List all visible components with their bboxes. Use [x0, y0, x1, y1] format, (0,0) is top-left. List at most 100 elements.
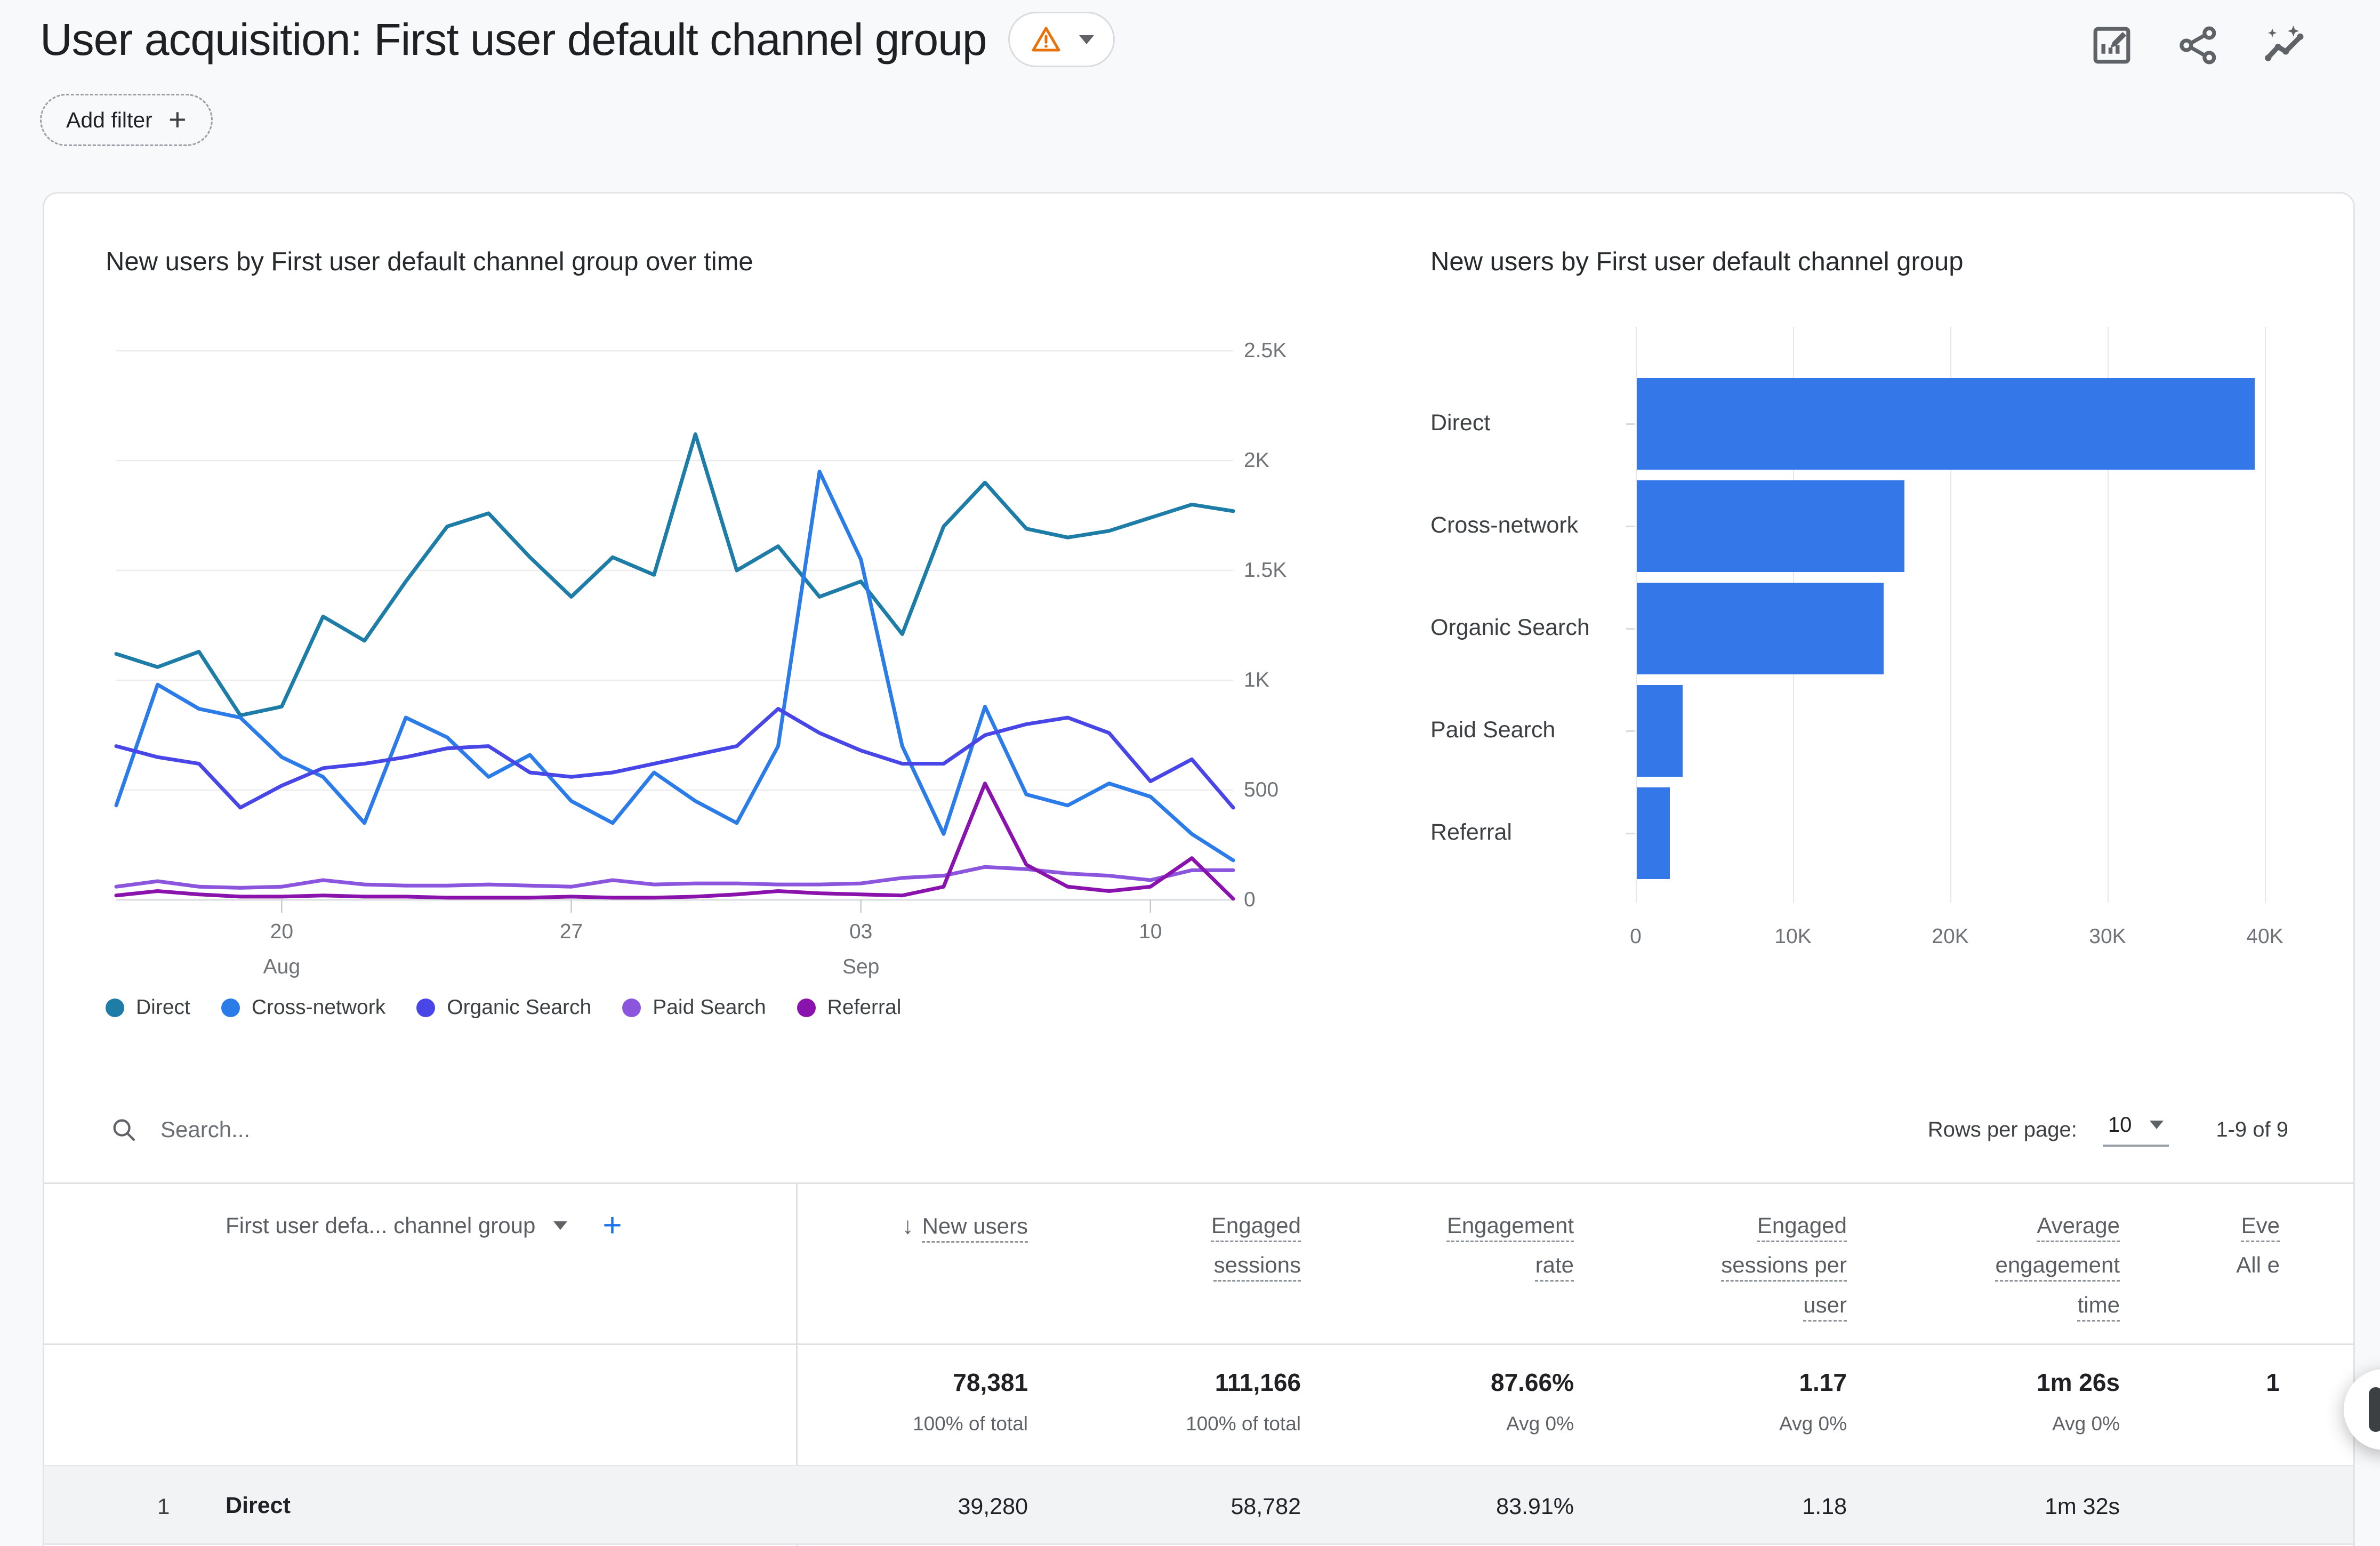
bar-paid-search[interactable] — [1637, 685, 1683, 777]
table-totals-row: 78,381 100% of total 111,166 100% of total 8… — [44, 1347, 2353, 1465]
header-text: rate — [1535, 1252, 1574, 1278]
row-value: 1.18 — [1802, 1494, 1847, 1519]
header-line: sessions — [1069, 1252, 1301, 1278]
bar-cross-network[interactable] — [1637, 480, 1904, 572]
bar-category-label: Referral — [1430, 819, 1512, 845]
totals-cell: 1m 26s Avg 0% — [1888, 1347, 2161, 1465]
customize-report-icon — [2093, 27, 2130, 64]
header-text: user — [1803, 1292, 1847, 1317]
table-row[interactable]: 1 Direct 39,280 58,782 83.91% 1.18 1m 32s — [44, 1465, 2353, 1545]
header-line: Engaged — [1069, 1213, 1301, 1238]
row-value: 58,782 — [1231, 1494, 1301, 1519]
legend-item[interactable]: Cross-network — [221, 996, 385, 1019]
report-header: User acquisition: First user default cha… — [40, 12, 1115, 67]
header-text: time — [2077, 1292, 2120, 1317]
totals-sublabel: 100% of total — [913, 1413, 1028, 1435]
totals-cell: 87.66% Avg 0% — [1342, 1347, 1615, 1465]
legend-dot — [106, 998, 124, 1017]
header-line: Engagement — [1342, 1213, 1574, 1238]
insights-icon — [2265, 25, 2304, 61]
line-series-referral — [114, 782, 1235, 901]
rows-per-page-select[interactable]: 10 — [2102, 1113, 2169, 1147]
metric-header-4[interactable]: Engaged sessions per user — [1615, 1184, 1888, 1343]
header-text: Engaged — [1757, 1213, 1847, 1238]
header-text: Engagement — [1446, 1213, 1574, 1238]
metric-header-2[interactable]: Engaged sessions — [1069, 1184, 1342, 1343]
table-header-row: First user defa... channel group + ↓ New … — [44, 1184, 2353, 1345]
bar-x-axis-label: 10K — [1774, 925, 1812, 948]
search-icon — [113, 1119, 135, 1141]
row-dimension-cell: 1 Direct — [44, 1466, 796, 1543]
line-chart-title: New users by First user default channel … — [106, 247, 753, 276]
header-text: New users — [922, 1213, 1028, 1238]
chevron-down-icon[interactable] — [553, 1221, 568, 1230]
header-line: rate — [1342, 1252, 1574, 1278]
share-button[interactable] — [2174, 21, 2222, 69]
dimension-header-cell[interactable]: First user defa... channel group + — [44, 1184, 796, 1343]
metric-header-3[interactable]: Engagement rate — [1342, 1184, 1615, 1343]
bar-referral[interactable] — [1637, 787, 1670, 879]
legend-item[interactable]: Direct — [106, 996, 190, 1019]
pagination-range: 1-9 of 9 — [2216, 1117, 2288, 1141]
legend-label: Referral — [827, 996, 902, 1019]
bar-direct[interactable] — [1637, 378, 2255, 470]
bar-x-axis-label: 0 — [1630, 925, 1642, 948]
header-line: Engaged — [1615, 1213, 1847, 1238]
sort-descending-icon: ↓ — [902, 1213, 914, 1239]
totals-sublabel: Avg 0% — [2052, 1413, 2120, 1435]
bar-category-label: Direct — [1430, 410, 1491, 436]
header-line: ↓ New users — [796, 1213, 1028, 1240]
row-value: 1m 32s — [2044, 1494, 2120, 1519]
bar-chart-title: New users by First user default channel … — [1430, 247, 1964, 276]
line-chart-legend: Direct Cross-network Organic Search Paid Se… — [106, 996, 901, 1019]
row-channel-name: Direct — [226, 1493, 291, 1518]
bar-category-label: Organic Search — [1430, 615, 1590, 640]
chevron-down-icon — [2150, 1121, 2164, 1129]
legend-item[interactable]: Organic Search — [416, 996, 591, 1019]
data-quality-pill[interactable] — [1008, 12, 1115, 67]
bar-axis-tick — [1626, 628, 1635, 630]
bar-axis-tick — [1626, 833, 1635, 834]
help-fab-glyph — [2369, 1387, 2380, 1432]
bar-organic-search[interactable] — [1637, 583, 1884, 674]
line-chart[interactable]: 20 Aug 27 03 Sep 10 — [114, 350, 1235, 980]
totals-sublabel: Avg 0% — [1779, 1413, 1847, 1435]
row-value: 83.91% — [1496, 1494, 1574, 1519]
totals-value: 111,166 — [1215, 1368, 1301, 1396]
add-filter-button[interactable]: Add filter + — [40, 94, 213, 146]
row-value-cell: 39,280 — [796, 1466, 1069, 1543]
customize-report-button[interactable] — [2088, 21, 2136, 69]
line-series-direct — [114, 432, 1235, 718]
x-axis-sublabel: Aug — [263, 955, 301, 978]
x-axis-label: 03 — [849, 920, 873, 943]
header-text: Engaged — [1211, 1213, 1301, 1238]
legend-dot — [797, 998, 816, 1017]
header-line: Eve — [2161, 1213, 2280, 1238]
header-line: sessions per — [1615, 1252, 1847, 1278]
metric-header-5[interactable]: Average engagement time — [1888, 1184, 2161, 1343]
insights-button[interactable] — [2261, 21, 2309, 69]
bar-chart[interactable]: 0 10K 20K 30K 40K Direct Cross-network Organic … — [1430, 327, 2353, 1126]
header-text: Eve — [2241, 1213, 2280, 1238]
y-axis-label: 0 — [1244, 888, 1256, 911]
header-text: Average — [2037, 1213, 2120, 1238]
legend-item[interactable]: Paid Search — [622, 996, 766, 1019]
search-input[interactable]: Search... — [160, 1117, 250, 1142]
totals-sublabel: 100% of total — [1186, 1413, 1301, 1435]
rows-per-page-value: 10 — [2108, 1113, 2132, 1137]
row-value-cell: 58,782 — [1069, 1466, 1342, 1543]
metric-header-1[interactable]: ↓ New users — [796, 1184, 1069, 1343]
page-title: User acquisition: First user default cha… — [40, 14, 987, 65]
row-value-cell: 83.91% — [1342, 1466, 1615, 1543]
metric-header-last[interactable]: Eve All e — [2161, 1184, 2321, 1343]
bar-axis-tick — [1626, 526, 1635, 527]
header-text: sessions — [1213, 1252, 1301, 1278]
legend-label: Paid Search — [653, 996, 766, 1019]
legend-item[interactable]: Referral — [797, 996, 902, 1019]
line-chart-svg — [114, 350, 1235, 913]
header-line: Average — [1888, 1213, 2120, 1238]
x-axis-label: 10 — [1139, 920, 1162, 943]
table-search[interactable]: Search... — [44, 1115, 250, 1144]
legend-dot — [416, 998, 436, 1017]
x-axis-label: 20 — [270, 920, 294, 943]
